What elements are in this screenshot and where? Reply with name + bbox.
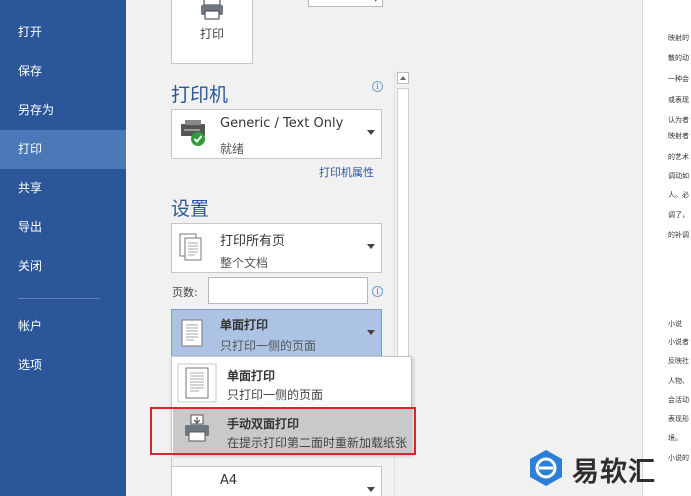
- preview-text-line: 小说者: [668, 338, 689, 346]
- sidebar-item-label: 选项: [18, 358, 43, 372]
- single-sided-icon: [177, 363, 217, 407]
- print-sides-sub: 只打印一侧的页面: [220, 339, 317, 353]
- preview-text-line: 映射者: [668, 132, 689, 140]
- highlight-box: [150, 407, 416, 455]
- sidebar-item-print[interactable]: 打印: [0, 130, 126, 169]
- copies-input[interactable]: ▾: [308, 0, 383, 7]
- preview-text-line: 小说: [668, 320, 682, 328]
- spin-down-icon[interactable]: ▾: [373, 0, 378, 5]
- chevron-down-icon: [367, 330, 375, 335]
- pages-label: 页数:: [172, 286, 198, 299]
- print-preview-page: 映射的 散的动 一种会 或表现 认为者 映射者 的艺术 调动如 人。必 调了， …: [642, 0, 691, 496]
- preview-text-line: 会活动: [668, 396, 689, 404]
- sidebar-item-label: 帐户: [18, 319, 43, 333]
- preview-text-line: 调动如: [668, 172, 689, 180]
- watermark-logo-icon: [526, 448, 566, 492]
- sidebar-item-open[interactable]: 打开: [0, 13, 126, 52]
- option-sub-label: 只打印一侧的页面: [227, 388, 324, 402]
- chevron-down-icon: [367, 244, 375, 249]
- sidebar-item-label: 保存: [18, 64, 43, 78]
- printer-ready-icon: [178, 118, 210, 152]
- chevron-down-icon: [367, 487, 375, 492]
- sidebar-item-label: 打印: [18, 142, 43, 156]
- printer-status: 就绪: [220, 142, 245, 156]
- scroll-up-icon[interactable]: [397, 72, 409, 84]
- sidebar-item-export[interactable]: 导出: [0, 208, 126, 247]
- pages-icon: [178, 232, 208, 270]
- preview-text-line: 认为者: [668, 116, 689, 124]
- sidebar-item-label: 另存为: [18, 103, 55, 117]
- sidebar-item-label: 共享: [18, 181, 43, 195]
- preview-text-line: 映射的: [668, 34, 689, 42]
- preview-text-line: 调了，: [668, 211, 689, 219]
- print-sides-dropdown[interactable]: 单面打印 只打印一侧的页面: [171, 309, 382, 357]
- sidebar-item-close[interactable]: 关闭: [0, 247, 126, 286]
- sidebar-item-label: 关闭: [18, 259, 43, 273]
- sidebar-item-save[interactable]: 保存: [0, 52, 126, 91]
- option-single-sided[interactable]: 单面打印 只打印一侧的页面: [173, 359, 411, 405]
- paper-size-dropdown[interactable]: A4: [171, 466, 382, 496]
- print-range-sub: 整个文档: [220, 256, 269, 270]
- preview-text-line: 人。必: [668, 191, 689, 199]
- preview-text-line: 一种会: [668, 75, 689, 83]
- preview-text-line: 散的动: [668, 54, 689, 62]
- printer-name: Generic / Text Only: [220, 116, 344, 131]
- print-button-label: 打印: [199, 27, 224, 41]
- sidebar-item-options[interactable]: 选项: [0, 346, 126, 385]
- sidebar-item-label: 打开: [18, 25, 43, 39]
- info-icon[interactable]: i: [372, 81, 383, 92]
- print-sides-main: 单面打印: [220, 318, 269, 332]
- chevron-down-icon: [367, 130, 375, 135]
- preview-text-line: 人物、: [668, 377, 689, 385]
- sidebar-item-label: 导出: [18, 220, 43, 234]
- paper-size-main: A4: [220, 473, 238, 488]
- preview-text-line: 表现形: [668, 415, 689, 423]
- preview-text-line: 反映社: [668, 357, 689, 365]
- sidebar-divider: [18, 298, 100, 299]
- watermark: 易软汇: [520, 440, 691, 496]
- printer-icon: [199, 0, 225, 27]
- preview-text-line: 或表现: [668, 96, 689, 104]
- preview-text-line: 的补调: [668, 231, 689, 239]
- settings-section-title: 设置: [171, 198, 210, 220]
- sidebar-item-account[interactable]: 帐户: [0, 307, 126, 346]
- preview-text-line: 的艺术: [668, 153, 689, 161]
- pages-input[interactable]: [208, 277, 368, 304]
- print-range-dropdown[interactable]: 打印所有页 整个文档: [171, 223, 382, 273]
- printer-properties-link[interactable]: 打印机属性: [319, 164, 374, 180]
- print-range-main: 打印所有页: [220, 234, 286, 249]
- backstage-sidebar: 打开 保存 另存为 打印 共享 导出 关闭 帐户 选项: [0, 0, 126, 496]
- watermark-text: 易软汇: [572, 457, 656, 488]
- sidebar-item-save-as[interactable]: 另存为: [0, 91, 126, 130]
- info-icon[interactable]: i: [372, 286, 383, 297]
- sidebar-item-share[interactable]: 共享: [0, 169, 126, 208]
- print-button[interactable]: 打印: [171, 0, 253, 64]
- printer-section-title: 打印机: [171, 84, 229, 106]
- option-main-label: 单面打印: [227, 369, 276, 383]
- single-sided-icon: [178, 318, 208, 354]
- printer-dropdown[interactable]: Generic / Text Only 就绪: [171, 109, 382, 159]
- scroll-thumb[interactable]: [397, 88, 409, 378]
